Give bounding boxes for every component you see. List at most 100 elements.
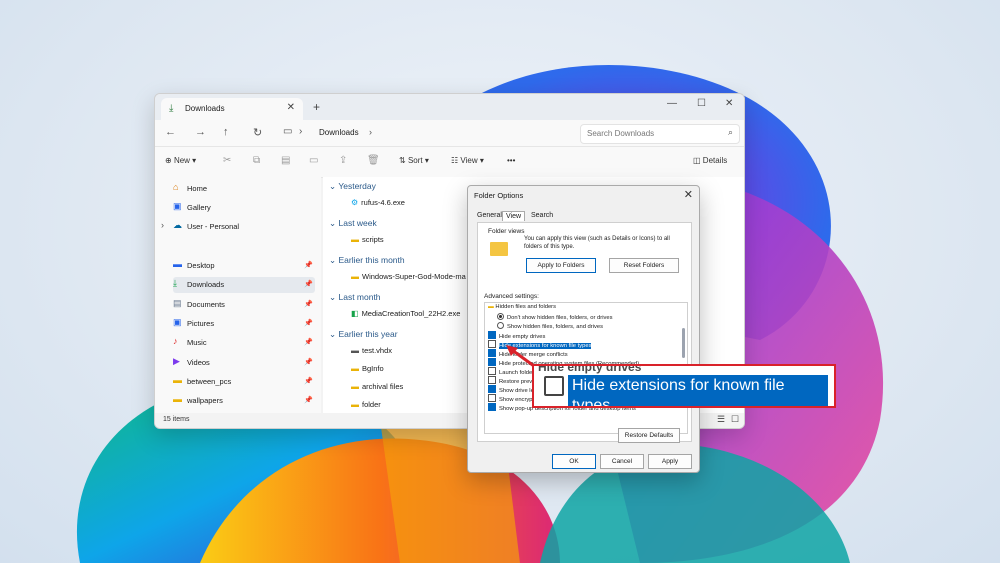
sidebar-item-documents[interactable]: ▤ Documents 📌 — [173, 297, 315, 313]
sidebar-item-label: wallpapers — [187, 396, 223, 405]
sidebar-item-between-pcs[interactable]: ▬ between_pcs 📌 — [173, 374, 315, 390]
callout-checkbox — [544, 376, 564, 396]
view-label: View — [460, 156, 478, 165]
checkbox-checked[interactable] — [488, 349, 496, 357]
folder-options-dialog: Folder Options ✕ General View Search Fol… — [467, 185, 700, 473]
maximize-button[interactable]: ☐ — [697, 98, 706, 109]
sidebar-item-wallpapers[interactable]: ▬ wallpapers 📌 — [173, 393, 315, 409]
sidebar-item-music[interactable]: ♪ Music 📌 — [173, 335, 315, 351]
rename-icon[interactable]: ▭ — [309, 155, 318, 166]
list-item[interactable]: ◧ MediaCreationTool_22H2.exe — [351, 309, 460, 318]
address-bar[interactable]: ▭ › Downloads › — [283, 124, 573, 142]
tab-general[interactable]: General — [474, 211, 505, 220]
copy-icon[interactable]: ⧉ — [253, 155, 260, 166]
pin-icon: 📌 — [304, 359, 313, 366]
group-header-earlier-this-month[interactable]: ⌄ Earlier this month — [329, 255, 405, 266]
radio-show-hidden[interactable]: Show hidden files, folders, and drives — [497, 322, 603, 331]
file-name: MediaCreationTool_22H2.exe — [361, 309, 461, 318]
tab-downloads[interactable]: ⤓ Downloads ✕ — [161, 98, 303, 120]
search-input[interactable]: Search Downloads ⌕ — [580, 124, 740, 144]
breadcrumb[interactable]: Downloads — [319, 128, 359, 137]
apply-button[interactable]: Apply — [648, 454, 692, 469]
list-item[interactable]: ⚙ rufus-4.6.exe — [351, 198, 405, 207]
list-item[interactable]: ▬ Windows-Super-God-Mode-ma — [351, 272, 466, 281]
list-item[interactable]: ▬ BgInfo — [351, 364, 384, 373]
group-header-earlier-this-year[interactable]: ⌄ Earlier this year — [329, 329, 398, 340]
more-options-button[interactable]: ••• — [507, 156, 515, 165]
close-icon[interactable]: ✕ — [684, 188, 693, 201]
cut-icon[interactable]: ✂ — [223, 155, 231, 166]
tab-search[interactable]: Search — [528, 211, 556, 220]
sidebar-item-home[interactable]: ⌂ Home — [173, 181, 315, 197]
back-icon[interactable]: ← — [165, 126, 176, 138]
details-view-icon[interactable]: ☰ — [717, 414, 725, 425]
list-item[interactable]: ▬ scripts — [351, 235, 384, 244]
list-item[interactable]: ▬ archival files — [351, 382, 403, 391]
restore-defaults-button[interactable]: Restore Defaults — [618, 428, 680, 443]
list-item[interactable]: ▬ folder — [351, 400, 381, 409]
plus-circle-icon: ⊕ — [165, 156, 172, 165]
download-icon: ⤓ — [173, 278, 177, 288]
sort-button[interactable]: ⇅ Sort ▾ — [399, 156, 429, 165]
paste-icon[interactable]: ▤ — [281, 155, 290, 166]
sidebar-item-user-personal[interactable]: › ☁ User - Personal — [161, 219, 315, 235]
sidebar-item-desktop[interactable]: ▬ Desktop 📌 — [173, 258, 315, 274]
checkbox-checked[interactable] — [488, 403, 496, 411]
reset-folders-button[interactable]: Reset Folders — [609, 258, 679, 273]
search-icon: ⌕ — [727, 127, 733, 137]
group-header-yesterday[interactable]: ⌄ Yesterday — [329, 181, 376, 192]
radio-checked[interactable] — [497, 313, 504, 320]
pin-icon: 📌 — [304, 378, 313, 385]
refresh-icon[interactable]: ↻ — [253, 126, 262, 139]
share-icon[interactable]: ⇪ — [339, 155, 347, 166]
scrollbar-thumb[interactable] — [682, 328, 685, 358]
cancel-button[interactable]: Cancel — [600, 454, 644, 469]
sidebar-item-gallery[interactable]: ▣ Gallery — [173, 200, 315, 216]
apply-to-folders-button[interactable]: Apply to Folders — [526, 258, 596, 273]
chevron-right-icon: › — [299, 126, 303, 137]
new-button[interactable]: ⊕ New ▾ — [165, 156, 196, 165]
checkbox-unchecked[interactable] — [488, 340, 496, 348]
checkbox-checked[interactable] — [488, 385, 496, 393]
checkbox-unchecked[interactable] — [488, 376, 496, 384]
chevron-right-icon[interactable]: › — [161, 220, 164, 230]
group-header-last-week[interactable]: ⌄ Last week — [329, 218, 377, 229]
forward-icon[interactable]: → — [195, 126, 206, 138]
checkbox-unchecked[interactable] — [488, 367, 496, 375]
group-header-last-month[interactable]: ⌄ Last month — [329, 292, 381, 303]
details-label: Details — [702, 156, 728, 165]
checkbox-unchecked[interactable] — [488, 394, 496, 402]
delete-icon[interactable]: 🗑 — [367, 155, 380, 166]
pin-icon: 📌 — [304, 281, 313, 288]
up-icon[interactable]: ↑ — [223, 126, 229, 138]
group-label: Earlier this month — [338, 255, 405, 265]
pin-icon: 📌 — [304, 320, 313, 327]
option-label: Hidden files and folders — [495, 304, 557, 310]
tiles-view-icon[interactable]: ☐ — [731, 414, 739, 425]
details-button[interactable]: ◫ Details — [693, 156, 727, 165]
tab-label: Downloads — [185, 104, 225, 113]
callout-label: Hide extensions for known file types — [568, 375, 828, 406]
checkbox-checked[interactable] — [488, 358, 496, 366]
folder-icon: ▬ — [351, 272, 359, 281]
list-item[interactable]: ▬ test.vhdx — [351, 346, 392, 355]
radio-unchecked[interactable] — [497, 322, 504, 329]
view-button[interactable]: ☷ View ▾ — [451, 156, 484, 165]
ok-button[interactable]: OK — [552, 454, 596, 469]
callout-background-text: Hide empty drives — [538, 364, 642, 374]
checkbox-checked[interactable] — [488, 331, 496, 339]
close-window-button[interactable]: ✕ — [725, 98, 733, 109]
sidebar-item-videos[interactable]: ▶ Videos 📌 — [173, 355, 315, 371]
new-tab-button[interactable]: + — [313, 100, 320, 114]
tab-view[interactable]: View — [502, 211, 526, 221]
close-tab-icon[interactable]: ✕ — [287, 102, 295, 113]
music-icon: ♪ — [173, 336, 178, 346]
sidebar-item-label: Music — [187, 338, 207, 347]
sidebar-item-downloads[interactable]: ⤓ Downloads 📌 — [173, 277, 315, 293]
sidebar-item-pictures[interactable]: ▣ Pictures 📌 — [173, 316, 315, 332]
checkbox-hide-empty-drives[interactable]: Hide empty drives — [488, 331, 545, 340]
pin-icon: 📌 — [304, 397, 313, 404]
chevron-right-icon[interactable]: › — [369, 127, 372, 137]
radio-dont-show-hidden[interactable]: Don't show hidden files, folders, or dri… — [497, 313, 613, 322]
minimize-button[interactable]: — — [667, 98, 677, 109]
